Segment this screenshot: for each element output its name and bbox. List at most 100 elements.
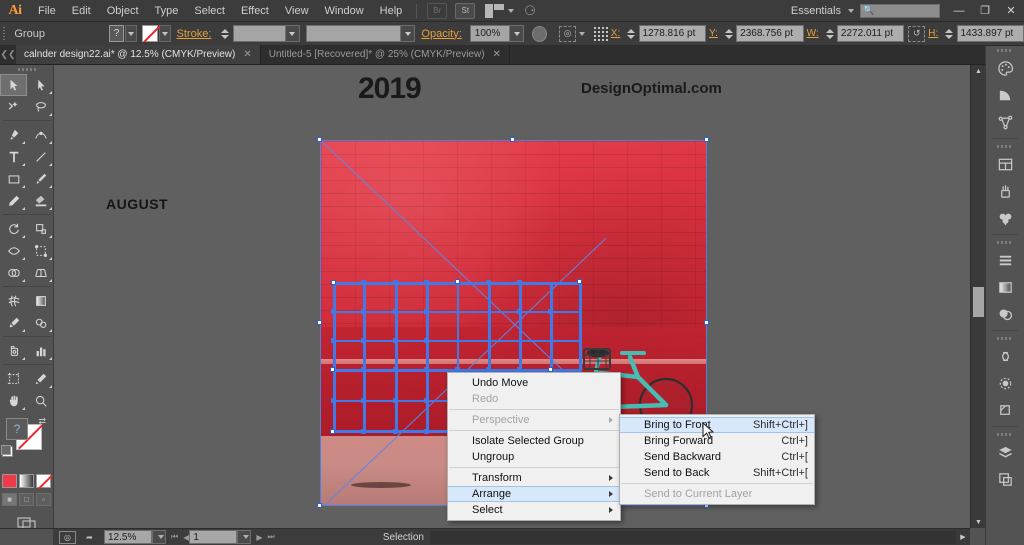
stroke-weight-chevron-icon[interactable] — [284, 26, 299, 41]
artwork-year-text[interactable]: 2019 — [358, 72, 422, 106]
stroke-weight-label[interactable]: Stroke: — [171, 28, 218, 40]
transparency-panel-icon[interactable] — [986, 301, 1024, 328]
transform-anchor-icon[interactable] — [592, 25, 608, 42]
stroke-weight-combo[interactable] — [232, 25, 300, 42]
shape-builder-tool[interactable] — [0, 262, 27, 284]
menu-select[interactable]: Select — [186, 0, 233, 22]
pen-tool[interactable] — [0, 124, 27, 146]
control-bar-grip[interactable] — [0, 22, 8, 46]
w-field[interactable]: 2272.011 pt — [836, 25, 905, 42]
stock-icon[interactable]: St — [455, 2, 476, 19]
selection-handle-mr[interactable] — [704, 320, 709, 325]
menu-help[interactable]: Help — [372, 0, 411, 22]
stroke-dropdown[interactable] — [159, 25, 171, 42]
symbols-library-icon[interactable] — [986, 205, 1024, 232]
eyedropper-tool[interactable] — [0, 312, 27, 334]
workspace-chevron-icon[interactable] — [848, 8, 854, 13]
selection-handle-ml[interactable] — [317, 320, 322, 325]
rotate-tool[interactable] — [0, 218, 27, 240]
brushes-panel-icon[interactable] — [986, 178, 1024, 205]
dock-grip-3[interactable] — [986, 238, 1024, 247]
color-button[interactable] — [2, 474, 17, 488]
align-icon[interactable]: ◎ — [559, 25, 576, 42]
scroll-down-icon[interactable]: ▼ — [971, 516, 986, 528]
preview-toggle-icon[interactable]: ◎ — [59, 530, 76, 544]
menu-edit[interactable]: Edit — [64, 0, 99, 22]
none-button[interactable] — [36, 474, 51, 488]
dock-grip-2[interactable] — [986, 142, 1024, 151]
artboards-panel-icon[interactable] — [986, 151, 1024, 178]
stroke-swatch[interactable] — [142, 25, 159, 42]
full-screen-icon[interactable]: ▫ — [36, 493, 51, 506]
menu-window[interactable]: Window — [317, 0, 372, 22]
artboard-nav-next[interactable]: ▶ — [256, 533, 262, 542]
blend-tool[interactable] — [27, 312, 54, 334]
context-menu-item-transform[interactable]: Transform — [448, 470, 620, 486]
lasso-tool[interactable] — [27, 96, 54, 118]
w-stepper[interactable] — [825, 25, 835, 42]
menu-effect[interactable]: Effect — [233, 0, 277, 22]
artwork-watermark-text[interactable]: DesignOptimal.com — [581, 80, 722, 97]
x-field[interactable]: 1278.816 pt — [638, 25, 706, 42]
align-chevron-icon[interactable] — [578, 31, 585, 36]
artboard-nav-last[interactable]: ⏭ — [268, 532, 275, 542]
width-tool[interactable] — [0, 240, 27, 262]
opacity-field[interactable]: 100% — [469, 25, 525, 42]
fill-dropdown[interactable] — [125, 25, 137, 42]
y-field[interactable]: 2368.756 pt — [736, 25, 804, 42]
document-tab-2-close-icon[interactable]: ✕ — [493, 49, 501, 60]
search-input[interactable]: 🔍 — [860, 3, 940, 18]
h-field[interactable]: 1433.897 pt — [956, 25, 1024, 42]
status-text[interactable]: Selection — [383, 532, 424, 543]
zoom-level-chevron-icon[interactable] — [152, 530, 166, 544]
close-button[interactable]: ✕ — [998, 0, 1024, 22]
restore-button[interactable]: ❐ — [972, 0, 998, 22]
stroke-weight-stepper[interactable] — [221, 25, 230, 42]
selection-handle-tc[interactable] — [510, 137, 515, 142]
cc-libraries-panel-icon[interactable] — [986, 343, 1024, 370]
context-menu-item-ungroup[interactable]: Ungroup — [448, 449, 620, 465]
dock-grip-4[interactable] — [986, 334, 1024, 343]
workspace-label[interactable]: Essentials — [787, 5, 845, 17]
arrange-item-send-to-back[interactable]: Send to Back Shift+Ctrl+[ — [620, 465, 814, 481]
perspective-grid-tool[interactable] — [27, 262, 54, 284]
opacity-chevron-icon[interactable] — [509, 26, 524, 41]
tab-bar-grip[interactable]: ❮❮ — [0, 45, 16, 64]
artboard-nav-icon[interactable] — [986, 466, 1024, 493]
hand-tool[interactable] — [0, 390, 27, 412]
paintbrush-tool[interactable] — [27, 168, 54, 190]
document-tab-1-close-icon[interactable]: ✕ — [243, 49, 251, 60]
magic-wand-tool[interactable] — [0, 96, 27, 118]
selection-handle-tl[interactable] — [317, 137, 322, 142]
dock-grip-5[interactable] — [986, 430, 1024, 439]
align-panel-icon[interactable] — [986, 247, 1024, 274]
menu-type[interactable]: Type — [147, 0, 187, 22]
arrange-documents-button[interactable] — [479, 3, 515, 18]
artboard-tool[interactable] — [0, 368, 27, 390]
selection-handle-bl[interactable] — [317, 503, 322, 508]
selection-handle-tr[interactable] — [704, 137, 709, 142]
dock-grip-1[interactable] — [986, 46, 1024, 55]
graphic-styles-panel-icon[interactable] — [986, 397, 1024, 424]
swap-fill-stroke-icon[interactable]: ⇄ — [38, 416, 46, 427]
bridge-icon[interactable]: Br — [427, 2, 448, 19]
selection-tool[interactable] — [0, 74, 27, 96]
curvature-tool[interactable] — [27, 124, 54, 146]
vertical-scroll-thumb[interactable] — [973, 287, 984, 317]
direct-selection-tool[interactable] — [27, 74, 54, 96]
full-screen-menu-icon[interactable]: □ — [19, 493, 34, 506]
tools-panel-grip[interactable] — [0, 65, 53, 74]
canvas-vertical-scrollbar[interactable]: ▲ ▼ — [970, 65, 985, 528]
layers-panel-icon[interactable] — [986, 439, 1024, 466]
h-stepper[interactable] — [945, 25, 954, 42]
x-stepper[interactable] — [627, 25, 636, 42]
share-document-icon[interactable]: ➦ — [81, 531, 98, 544]
artwork-month-text[interactable]: AUGUST — [106, 196, 168, 212]
zoom-tool[interactable] — [27, 390, 54, 412]
color-guide-panel-icon[interactable] — [986, 82, 1024, 109]
gradient-button[interactable] — [19, 474, 34, 488]
stroke-profile-chevron-icon[interactable] — [400, 26, 415, 41]
zoom-level-field[interactable]: 12.5% — [104, 530, 152, 544]
lock-proportions-icon[interactable]: ↺ — [908, 25, 926, 42]
color-panel-icon[interactable] — [986, 55, 1024, 82]
